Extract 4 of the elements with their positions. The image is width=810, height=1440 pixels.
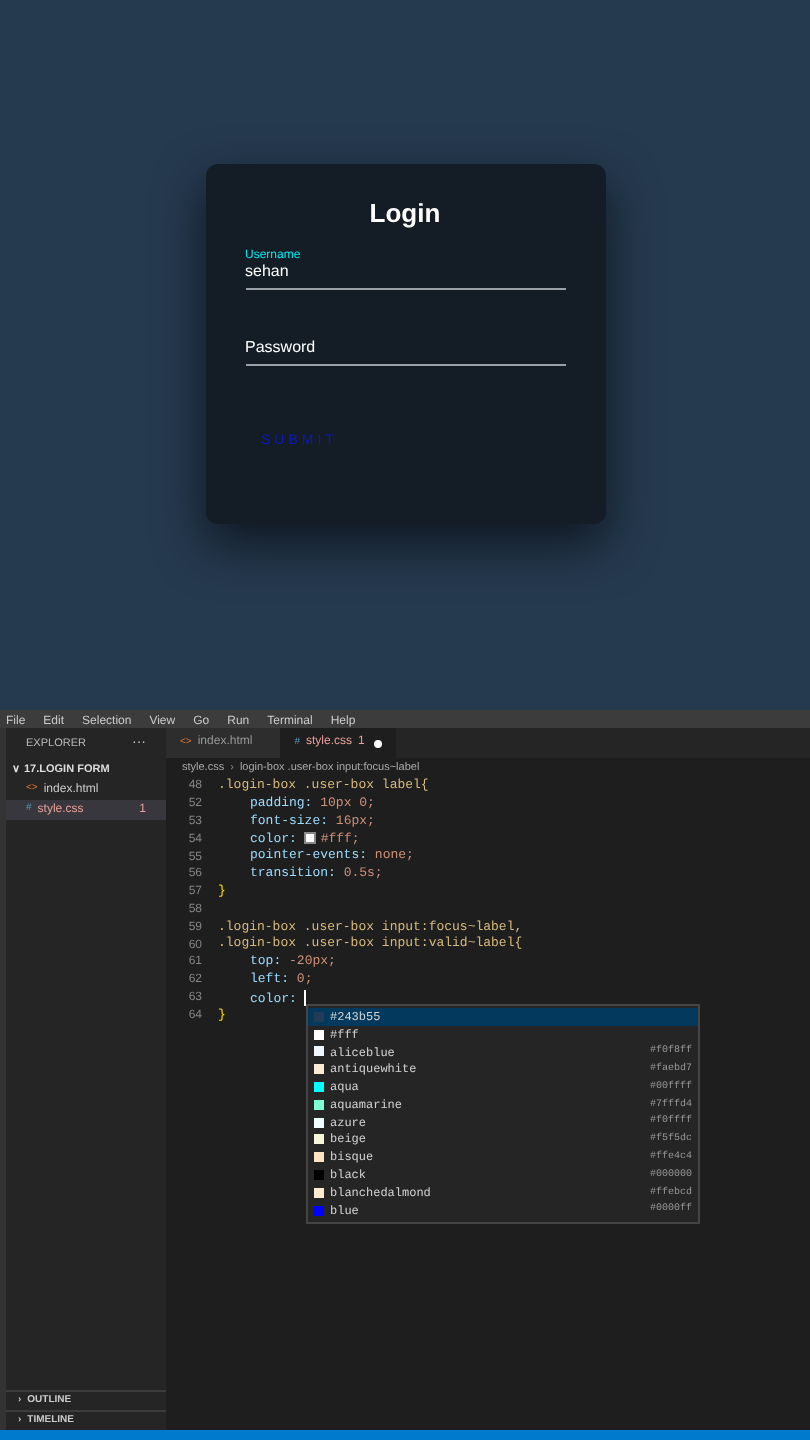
field-value: sehan <box>245 262 291 282</box>
field-label: Password <box>245 338 318 358</box>
login-title: Login <box>369 200 441 226</box>
text-field[interactable]: Password <box>245 318 565 366</box>
